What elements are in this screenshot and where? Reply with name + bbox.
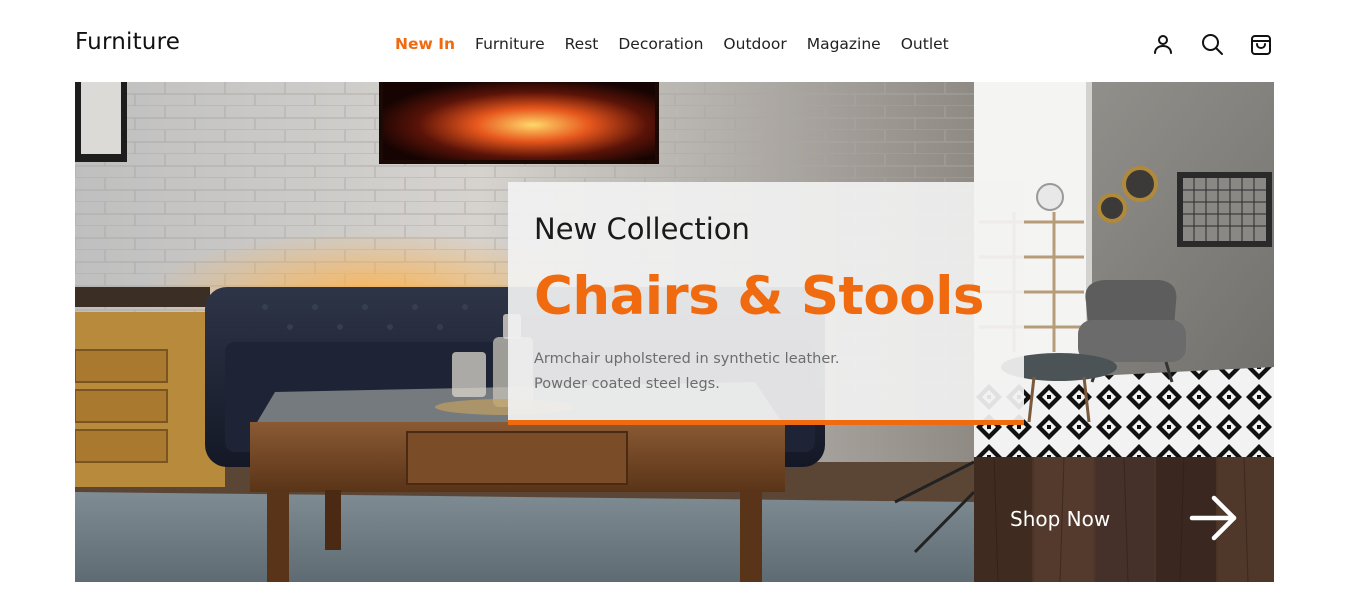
header-actions (1151, 32, 1273, 56)
hero-title: Chairs & Stools (534, 266, 984, 327)
hero-description-line-1: Armchair upholstered in synthetic leathe… (534, 351, 840, 367)
nav-item-furniture[interactable]: Furniture (475, 35, 545, 53)
shop-now-button[interactable]: Shop Now (974, 457, 1274, 582)
user-icon[interactable] (1151, 32, 1175, 56)
nav-item-magazine[interactable]: Magazine (807, 35, 881, 53)
nav-item-decoration[interactable]: Decoration (618, 35, 703, 53)
hero-description: Armchair upholstered in synthetic leathe… (534, 347, 954, 397)
hero-description-line-2: Powder coated steel legs. (534, 376, 720, 392)
nav-item-outdoor[interactable]: Outdoor (723, 35, 786, 53)
main-nav: New In Furniture Rest Decoration Outdoor… (395, 35, 949, 53)
hero-banner: Shop Now New Collection Chairs & Stools … (75, 82, 1274, 582)
nav-item-rest[interactable]: Rest (565, 35, 599, 53)
hero-subtitle: New Collection (534, 212, 750, 246)
nav-item-outlet[interactable]: Outlet (901, 35, 949, 53)
shopping-bag-icon[interactable] (1249, 32, 1273, 56)
arrow-right-icon (1188, 492, 1240, 548)
shop-now-label: Shop Now (1010, 507, 1111, 531)
hero-promo-card: New Collection Chairs & Stools Armchair … (508, 182, 1024, 425)
accent-bar (508, 420, 1024, 425)
search-icon[interactable] (1200, 32, 1224, 56)
brand-logo[interactable]: Furniture (75, 29, 180, 55)
nav-item-new-in[interactable]: New In (395, 35, 455, 53)
